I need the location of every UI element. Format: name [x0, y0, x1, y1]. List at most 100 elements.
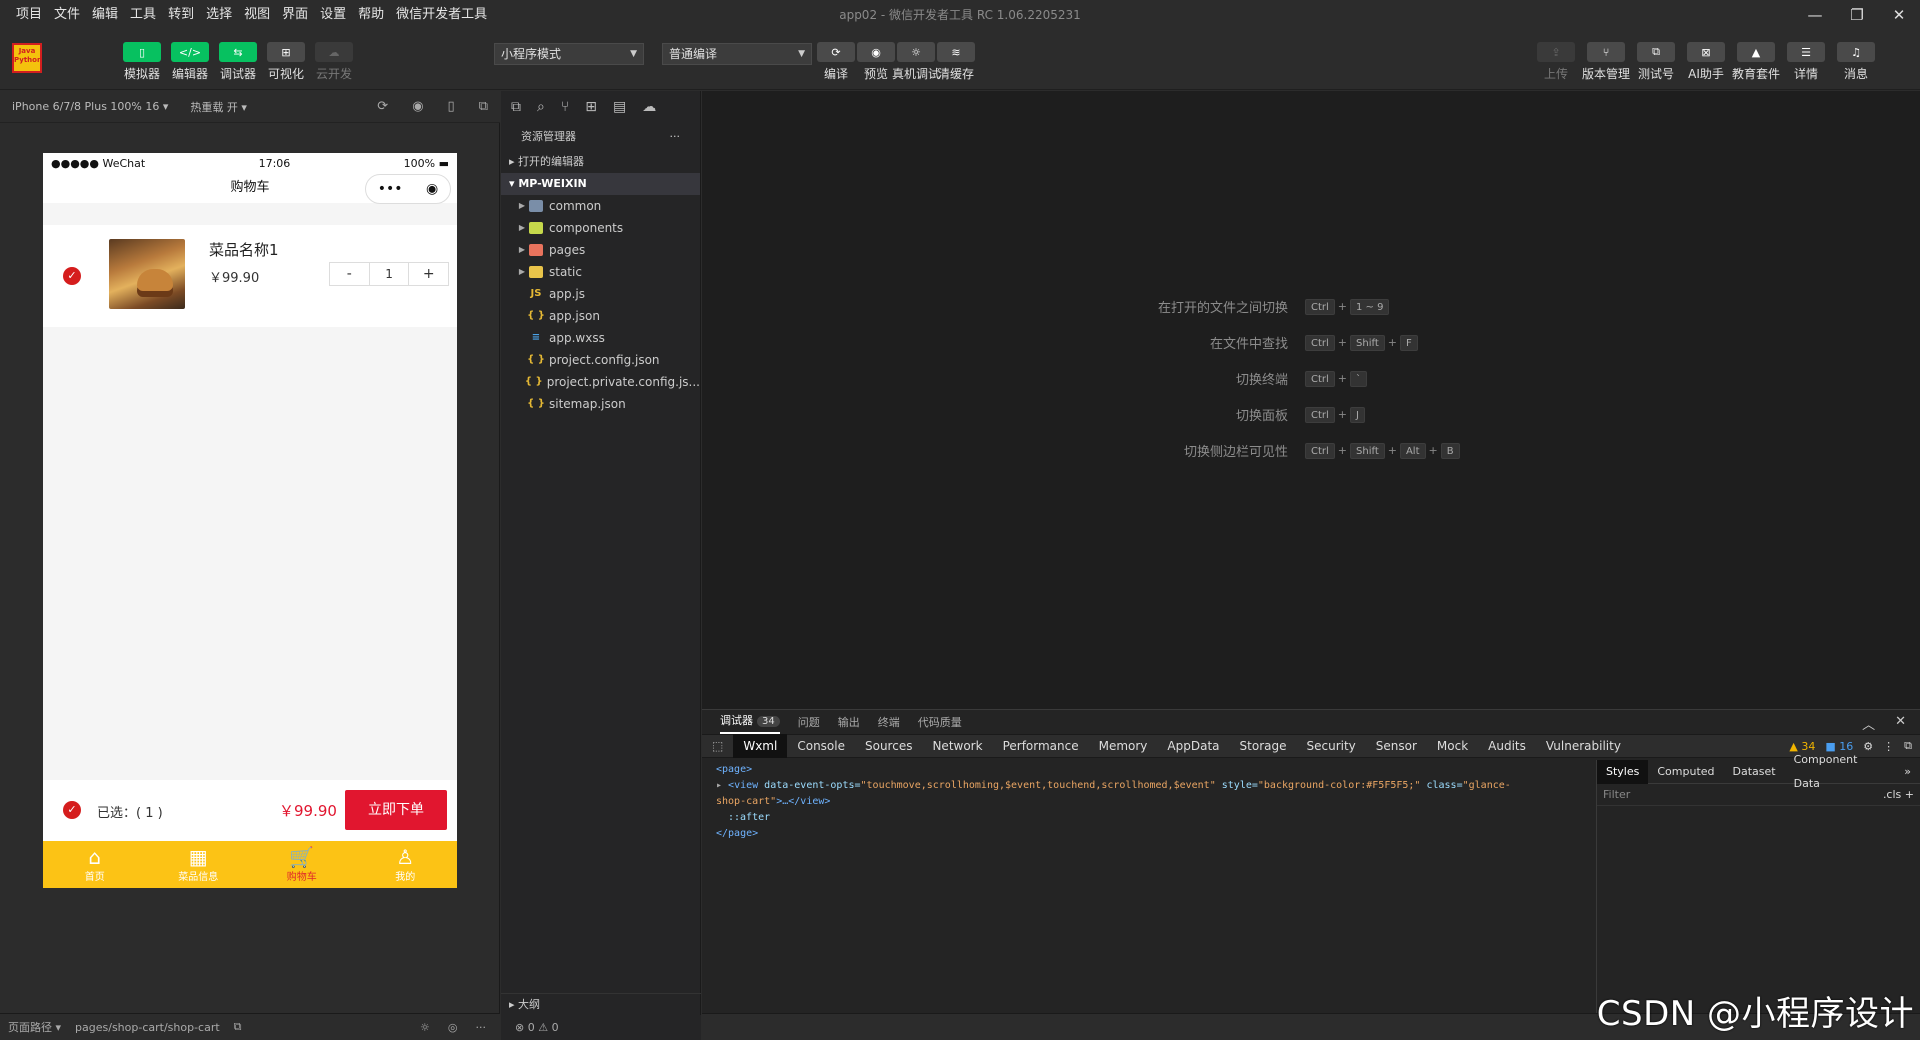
more-icon[interactable]: •••: [378, 174, 403, 204]
pseudo-element[interactable]: ::after: [716, 810, 1574, 826]
files-icon[interactable]: ⧉: [511, 99, 521, 115]
devtools-tab[interactable]: 代码质量: [918, 714, 962, 730]
minus-button[interactable]: -: [330, 263, 369, 285]
panel-tab[interactable]: Security: [1296, 734, 1365, 758]
item-check-icon[interactable]: ✓: [63, 267, 81, 285]
target-icon[interactable]: ◉: [426, 174, 438, 204]
panel-tab[interactable]: Vulnerability: [1536, 734, 1631, 758]
copy-icon[interactable]: ⧉: [234, 1020, 242, 1034]
quantity-input[interactable]: 1: [368, 263, 410, 285]
toolbar-button-4[interactable]: ☁ 云开发: [314, 42, 354, 82]
minimize-button[interactable]: —: [1794, 0, 1836, 30]
restore-button[interactable]: ❐: [1836, 0, 1878, 30]
inspect-icon[interactable]: ⬚: [702, 734, 733, 758]
page-path-select[interactable]: 页面路径 ▾: [8, 1019, 61, 1035]
file-item[interactable]: { } project.config.json: [501, 349, 700, 371]
file-item[interactable]: { } app.json: [501, 305, 700, 327]
panel-tab[interactable]: Mock: [1427, 734, 1478, 758]
search-icon[interactable]: ⌕: [537, 99, 545, 115]
refresh-icon[interactable]: ⟳: [377, 99, 388, 114]
close-icon[interactable]: ✕: [1895, 714, 1906, 733]
file-item[interactable]: ▶ static: [501, 261, 700, 283]
panel-tab[interactable]: Memory: [1089, 734, 1158, 758]
toolbar-button-1[interactable]: ◉ 预览: [856, 42, 896, 82]
filter-input[interactable]: Filter: [1603, 788, 1630, 801]
wxml-line[interactable]: <page>: [716, 764, 752, 775]
device-select[interactable]: iPhone 6/7/8 Plus 100% 16 ▾: [12, 100, 168, 113]
tab-1[interactable]: ▦ 菜品信息: [147, 841, 251, 888]
menu-item[interactable]: 设置: [314, 0, 352, 30]
style-tab[interactable]: Styles: [1597, 759, 1649, 784]
panel-tab[interactable]: Performance: [993, 734, 1089, 758]
plus-button[interactable]: +: [409, 263, 448, 285]
add-icon[interactable]: +: [1905, 788, 1914, 801]
panel-tab[interactable]: Audits: [1478, 734, 1536, 758]
tab-3[interactable]: ♙ 我的: [354, 841, 458, 888]
more-icon[interactable]: ···: [670, 123, 681, 151]
source-control-icon[interactable]: ⑂: [561, 99, 569, 115]
panel-tab[interactable]: Wxml: [733, 734, 788, 758]
devtools-tab[interactable]: 调试器 34: [720, 711, 780, 734]
tab-2[interactable]: 🛒 购物车: [250, 841, 354, 888]
file-item[interactable]: { } project.private.config.js...: [501, 371, 700, 393]
panel-tab[interactable]: Sensor: [1366, 734, 1427, 758]
capsule-menu[interactable]: ••• ◉: [365, 174, 451, 204]
toolbar-button-1[interactable]: </> 编辑器: [170, 42, 210, 82]
toolbar-button-4[interactable]: ▲ 教育套件: [1732, 42, 1780, 82]
select-all-check-icon[interactable]: ✓: [63, 801, 81, 819]
bug-icon[interactable]: ☼: [420, 1021, 430, 1034]
wxml-line[interactable]: </page>: [716, 828, 758, 839]
dock-icon[interactable]: ⧉: [1904, 739, 1912, 753]
devtools-tab[interactable]: 输出: [838, 714, 860, 730]
problems-indicator[interactable]: ⊗ 0 ⚠ 0: [501, 1015, 701, 1040]
order-button[interactable]: 立即下单: [345, 790, 447, 830]
stop-icon[interactable]: ◉: [412, 99, 423, 114]
toolbar-button-0[interactable]: ⟳ 编译: [816, 42, 856, 82]
menu-item[interactable]: 项目: [10, 0, 48, 30]
toolbar-button-0[interactable]: ⇪ 上传: [1536, 42, 1576, 82]
extensions-icon[interactable]: ⊞: [585, 99, 597, 115]
phone-icon[interactable]: ▯: [448, 99, 455, 114]
toolbar-button-5[interactable]: ☰ 详情: [1786, 42, 1826, 82]
file-item[interactable]: ▶ pages: [501, 239, 700, 261]
open-editors-section[interactable]: ▸ 打开的编辑器: [501, 151, 700, 173]
outline-section[interactable]: ▸ 大纲: [501, 993, 701, 1015]
file-item[interactable]: ▶ components: [501, 217, 700, 239]
menu-item[interactable]: 选择: [200, 0, 238, 30]
chevron-up-icon[interactable]: ︿: [1862, 714, 1875, 733]
toolbar-button-1[interactable]: ⑂ 版本管理: [1582, 42, 1630, 82]
panel-tab[interactable]: Storage: [1230, 734, 1297, 758]
chevron-right-icon[interactable]: »: [1895, 760, 1920, 784]
toolbar-button-2[interactable]: ⇆ 调试器: [218, 42, 258, 82]
style-tab[interactable]: Component Data: [1785, 748, 1896, 796]
menu-item[interactable]: 微信开发者工具: [390, 0, 493, 30]
cls-toggle[interactable]: .cls: [1883, 788, 1901, 801]
file-item[interactable]: ▶ common: [501, 195, 700, 217]
file-item[interactable]: ≡ app.wxss: [501, 327, 700, 349]
toolbar-button-6[interactable]: ♫ 消息: [1836, 42, 1876, 82]
mode-select[interactable]: 小程序模式 ▼: [494, 43, 644, 65]
menu-item[interactable]: 界面: [276, 0, 314, 30]
devtools-tab[interactable]: 终端: [878, 714, 900, 730]
toolbar-button-3[interactable]: ⊠ AI助手: [1686, 42, 1726, 82]
storage-icon[interactable]: ▤: [613, 99, 626, 115]
panel-tab[interactable]: AppData: [1157, 734, 1229, 758]
style-tab[interactable]: Computed: [1648, 760, 1723, 784]
menu-item[interactable]: 转到: [162, 0, 200, 30]
file-item[interactable]: JS app.js: [501, 283, 700, 305]
panel-tab[interactable]: Sources: [855, 734, 922, 758]
close-button[interactable]: ✕: [1878, 0, 1920, 30]
toolbar-button-0[interactable]: ▯ 模拟器: [122, 42, 162, 82]
toolbar-button-2[interactable]: ⧉ 测试号: [1636, 42, 1676, 82]
compile-select[interactable]: 普通编译 ▼: [662, 43, 812, 65]
menu-item[interactable]: 帮助: [352, 0, 390, 30]
eye-icon[interactable]: ◎: [448, 1021, 458, 1034]
menu-item[interactable]: 工具: [124, 0, 162, 30]
panel-tab[interactable]: Console: [787, 734, 855, 758]
hotreload-toggle[interactable]: 热重载 开 ▾: [190, 99, 247, 115]
menu-item[interactable]: 视图: [238, 0, 276, 30]
more-icon[interactable]: ···: [476, 1021, 487, 1034]
tab-0[interactable]: ⌂ 首页: [43, 841, 147, 888]
devtools-tab[interactable]: 问题: [798, 714, 820, 730]
menu-item[interactable]: 编辑: [86, 0, 124, 30]
